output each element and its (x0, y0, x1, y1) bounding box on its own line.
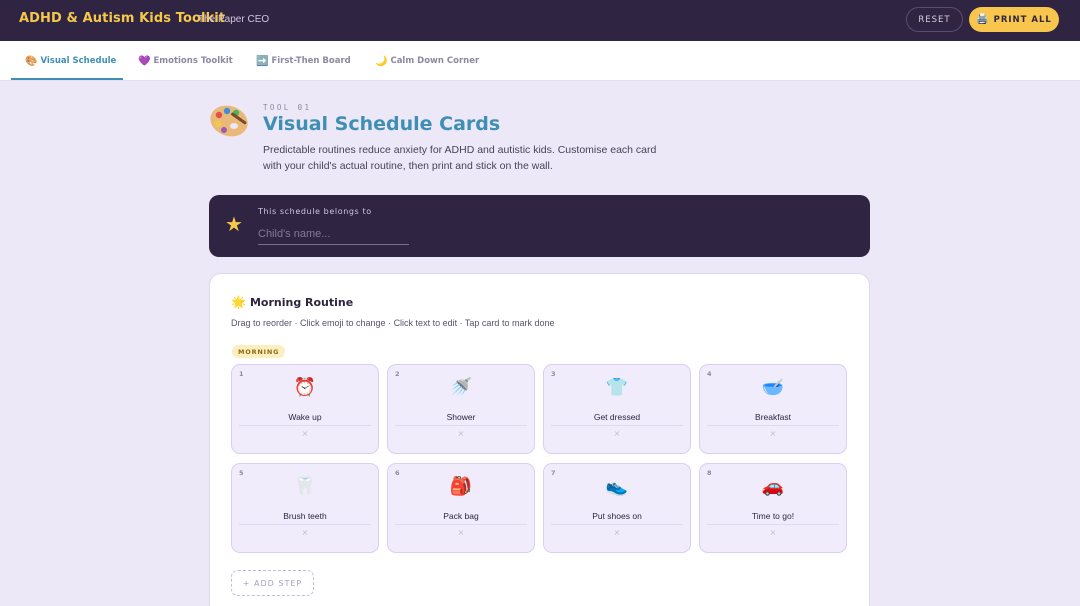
car-icon[interactable]: 🚗 (700, 477, 846, 497)
tab-first-then-board[interactable]: ➡️ First-Then Board (256, 41, 351, 81)
tab-calm-down-corner[interactable]: 🌙 Calm Down Corner (375, 41, 479, 81)
remove-step-button[interactable]: × (544, 429, 690, 438)
child-name-input[interactable] (258, 224, 409, 245)
alarm-clock-icon[interactable]: ⏰ (232, 378, 378, 398)
step-label[interactable]: Pack bag (388, 511, 534, 521)
crescent-moon-icon: 🌙 (375, 55, 388, 67)
add-step-button[interactable]: + ADD STEP (231, 570, 314, 596)
divider (395, 425, 527, 426)
print-all-label: PRINT ALL (993, 14, 1052, 25)
step-card[interactable]: 7 👟 Put shoes on × (543, 463, 691, 553)
shower-icon[interactable]: 🚿 (388, 378, 534, 398)
divider (551, 524, 683, 525)
step-card[interactable]: 1 ⏰ Wake up × (231, 364, 379, 454)
tab-label: Emotions Toolkit (153, 56, 233, 66)
remove-step-button[interactable]: × (700, 429, 846, 438)
step-label[interactable]: Time to go! (700, 511, 846, 521)
step-label[interactable]: Brush teeth (232, 511, 378, 521)
divider (239, 524, 371, 525)
tab-label: First-Then Board (271, 56, 351, 66)
step-number: 8 (707, 469, 712, 477)
step-card[interactable]: 4 🥣 Breakfast × (699, 364, 847, 454)
step-label[interactable]: Shower (388, 412, 534, 422)
step-number: 4 (707, 370, 712, 378)
step-number: 1 (239, 370, 244, 378)
tab-bar: 🎨 Visual Schedule 💜 Emotions Toolkit ➡️ … (0, 41, 1080, 81)
brand-title: ADHD & Autism Kids Toolkit (19, 11, 226, 26)
remove-step-button[interactable]: × (388, 528, 534, 537)
step-number: 2 (395, 370, 400, 378)
palette-icon (210, 105, 248, 137)
step-label[interactable]: Get dressed (544, 412, 690, 422)
tab-emotions-toolkit[interactable]: 💜 Emotions Toolkit (138, 41, 233, 81)
t-shirt-icon[interactable]: 👕 (544, 378, 690, 398)
bowl-icon[interactable]: 🥣 (700, 378, 846, 398)
divider (239, 425, 371, 426)
routine-title: Morning Routine (249, 295, 354, 309)
owner-label: This schedule belongs to (258, 207, 372, 216)
step-number: 6 (395, 469, 400, 477)
sun-icon: 🌟 (231, 295, 246, 309)
step-card[interactable]: 5 🦷 Brush teeth × (231, 463, 379, 553)
palette-icon: 🎨 (25, 55, 38, 67)
step-number: 7 (551, 469, 556, 477)
remove-step-button[interactable]: × (232, 429, 378, 438)
tool-kicker: TOOL 01 (263, 103, 312, 112)
step-label[interactable]: Wake up (232, 412, 378, 422)
star-icon: ★ (225, 212, 243, 236)
purple-heart-icon: 💜 (138, 55, 151, 67)
printer-icon: 🖨️ (976, 14, 990, 25)
step-number: 5 (239, 469, 244, 477)
step-label[interactable]: Put shoes on (544, 511, 690, 521)
step-card[interactable]: 3 👕 Get dressed × (543, 364, 691, 454)
routine-card: 🌟 Morning Routine Drag to reorder · Clic… (209, 273, 870, 606)
step-card[interactable]: 2 🚿 Shower × (387, 364, 535, 454)
tab-visual-schedule[interactable]: 🎨 Visual Schedule (25, 41, 116, 81)
divider (707, 425, 839, 426)
tool-description: Predictable routines reduce anxiety for … (263, 144, 657, 172)
routine-heading: 🌟 Morning Routine (231, 295, 353, 309)
tab-label: Visual Schedule (40, 56, 117, 66)
divider (707, 524, 839, 525)
step-number: 3 (551, 370, 556, 378)
reset-button[interactable]: RESET (906, 7, 963, 32)
divider (395, 524, 527, 525)
step-label[interactable]: Breakfast (700, 412, 846, 422)
tooth-icon[interactable]: 🦷 (232, 477, 378, 497)
remove-step-button[interactable]: × (232, 528, 378, 537)
routine-hint: Drag to reorder · Click emoji to change … (231, 318, 555, 328)
shoe-icon[interactable]: 👟 (544, 477, 690, 497)
owner-banner: ★ This schedule belongs to (209, 195, 870, 257)
remove-step-button[interactable]: × (700, 528, 846, 537)
step-card[interactable]: 8 🚗 Time to go! × (699, 463, 847, 553)
remove-step-button[interactable]: × (544, 528, 690, 537)
backpack-icon[interactable]: 🎒 (388, 477, 534, 497)
step-card[interactable]: 6 🎒 Pack bag × (387, 463, 535, 553)
page-title: Visual Schedule Cards (263, 113, 501, 135)
print-all-button[interactable]: 🖨️ PRINT ALL (969, 7, 1059, 32)
active-tab-indicator (11, 78, 123, 80)
right-arrow-icon: ➡️ (256, 55, 269, 67)
tab-label: Calm Down Corner (390, 56, 480, 66)
brand-subtitle: The Paper CEO (198, 14, 270, 25)
divider (551, 425, 683, 426)
routine-tag: MORNING (232, 345, 286, 358)
top-bar: ADHD & Autism Kids Toolkit The Paper CEO… (0, 0, 1080, 41)
remove-step-button[interactable]: × (388, 429, 534, 438)
